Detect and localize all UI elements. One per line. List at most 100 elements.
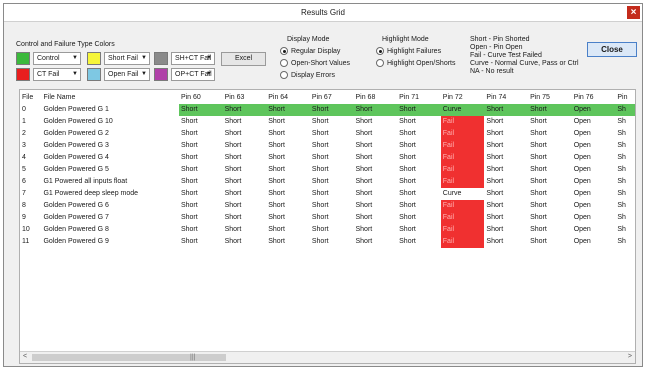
control-color-swatch[interactable] (16, 52, 30, 65)
sh-ct-fail-color-swatch[interactable] (154, 52, 168, 65)
short-fail-color-swatch[interactable] (87, 52, 101, 65)
table-row[interactable]: 4 Golden Powered G 4 Short Short Short Short S… (20, 152, 635, 164)
pin-result-cell: Open (573, 214, 591, 221)
table-row[interactable]: 0 Golden Powered G 1 Short Short Short Short S… (20, 104, 635, 116)
table-row[interactable]: 6 G1 Powered all inputs float Short Short Sh… (20, 176, 635, 188)
ct-fail-color-combo[interactable]: CT Fail ▼ (33, 68, 81, 81)
pin-result-cell: Fail (440, 128, 485, 140)
pin-result-cell: Short (530, 214, 547, 221)
open-fail-color-combo[interactable]: Open Fail ▼ (104, 68, 150, 81)
pin-result-cell: Short (178, 104, 223, 116)
radio-regular-display[interactable]: Regular Display (280, 47, 340, 57)
pin-result-cell: Open (573, 130, 591, 137)
radio-highlight-failures[interactable]: Highlight Failures (376, 47, 441, 57)
table-row[interactable]: 5 Golden Powered G 5 Short Short Short Short S… (20, 164, 635, 176)
column-header[interactable]: Pin 63 (223, 92, 267, 104)
pin-result-cell: Short (530, 118, 547, 125)
pin-result-cell: Short (486, 178, 504, 185)
column-header[interactable]: Pin 67 (310, 92, 354, 104)
table-row[interactable]: 11 Golden Powered G 9 Short Short Short Short… (20, 236, 635, 248)
legend-line: Curve - Normal Curve, Pass or Ctrl (470, 60, 579, 67)
pin-result-cell: Curve (442, 190, 462, 197)
pin-result-cell: Open (573, 202, 591, 209)
table-row[interactable]: 7 G1 Powered deep sleep mode Short Short Sho… (20, 188, 635, 200)
file-name-cell: Golden Powered G 9 (43, 238, 109, 245)
pin-result-cell: Short (224, 166, 242, 173)
pin-result-cell: Short (224, 226, 242, 233)
short-fail-color-combo[interactable]: Short Fail ▼ (104, 52, 150, 65)
colors-group-label: Control and Failure Type Colors (16, 41, 115, 48)
column-header[interactable]: File Name (41, 92, 178, 104)
radio-display-errors[interactable]: Display Errors (280, 71, 335, 81)
pin-result-cell: Sh (617, 166, 626, 173)
pin-result-cell: Short (268, 130, 285, 137)
pin-result-cell: Short (399, 118, 416, 125)
table-row[interactable]: 2 Golden Powered G 2 Short Short Short Short S… (20, 128, 635, 140)
table-row[interactable]: 3 Golden Powered G 3 Short Short Short Short S… (20, 140, 635, 152)
header-row: File File Name Pin 60 Pin 63 Pin 64 Pin 67 Pin… (20, 92, 635, 104)
scroll-thumb[interactable]: ||| (32, 354, 226, 361)
pin-result-text: Fail (442, 118, 455, 125)
pin-result-cell: Short (180, 202, 198, 209)
pin-result-cell: Short (224, 190, 242, 197)
pin-result-cell: Short (355, 226, 373, 233)
pin-result-cell: Short (180, 226, 198, 233)
radio-selected-icon (376, 47, 384, 55)
pin-result-cell: Short (530, 178, 547, 185)
column-header[interactable]: Pin 60 (179, 92, 223, 104)
pin-result-cell: Sh (617, 238, 626, 245)
column-header[interactable]: Pin (615, 92, 635, 104)
legend-line: Open - Pin Open (470, 44, 523, 51)
pin-result-cell: Sh (617, 142, 626, 149)
ct-fail-color-swatch[interactable] (16, 68, 30, 81)
pin-result-cell: Fail (440, 152, 485, 164)
table-row[interactable]: 1 Golden Powered G 10 Short Short Short Short… (20, 116, 635, 128)
file-name-cell: Golden Powered G 2 (43, 130, 109, 137)
pin-result-cell: Short (224, 130, 242, 137)
pin-result-cell: Short (530, 130, 547, 137)
legend-line: Short - Pin Shorted (470, 36, 530, 43)
column-header[interactable]: Pin 74 (484, 92, 528, 104)
column-header[interactable]: Pin 75 (528, 92, 572, 104)
pin-result-cell: Short (266, 104, 310, 116)
pin-result-cell: Short (311, 154, 329, 161)
pin-result-cell: Short (486, 166, 504, 173)
pin-result-cell: Short (224, 118, 242, 125)
pin-result-cell: Short (486, 190, 504, 197)
table-row[interactable]: 10 Golden Powered G 8 Short Short Short Short… (20, 224, 635, 236)
pin-result-text: Fail (442, 202, 455, 209)
open-fail-color-swatch[interactable] (87, 68, 101, 81)
radio-open-short-values[interactable]: Open-Short Values (280, 59, 350, 69)
op-ct-fail-color-combo[interactable]: OP+CT Fail ▼ (171, 68, 215, 81)
column-header[interactable]: Pin 64 (266, 92, 310, 104)
excel-button[interactable]: Excel (221, 52, 266, 66)
pin-result-cell: Short (486, 202, 504, 209)
file-index-cell: 1 (22, 118, 26, 125)
pin-result-cell: Short (311, 118, 329, 125)
column-header[interactable]: Pin 68 (354, 92, 398, 104)
radio-highlight-open-shorts[interactable]: Highlight Open/Shorts (376, 59, 455, 69)
column-header[interactable]: Pin 76 (572, 92, 616, 104)
pin-result-cell: Short (397, 104, 441, 116)
pin-result-cell: Short (530, 154, 547, 161)
pin-result-cell: Short (399, 130, 416, 137)
sh-ct-fail-color-combo[interactable]: SH+CT Fail ▼ (171, 52, 215, 65)
close-button[interactable]: Close (587, 42, 637, 57)
control-color-combo[interactable]: Control ▼ (33, 52, 81, 65)
pin-result-cell: Short (180, 142, 198, 149)
window-close-icon[interactable]: × (627, 6, 640, 19)
column-header[interactable]: Pin 71 (397, 92, 441, 104)
op-ct-fail-color-swatch[interactable] (154, 68, 168, 81)
table-row[interactable]: 8 Golden Powered G 6 Short Short Short Short S… (20, 200, 635, 212)
column-header[interactable]: File (20, 92, 41, 104)
table-row[interactable]: 9 Golden Powered G 7 Short Short Short Short S… (20, 212, 635, 224)
pin-result-text: Fail (442, 142, 455, 149)
scroll-left-icon[interactable]: < (23, 353, 27, 360)
pin-result-cell: Short (355, 202, 373, 209)
horizontal-scrollbar[interactable]: < ||| > (20, 351, 635, 363)
scroll-right-icon[interactable]: > (628, 353, 632, 360)
pin-result-cell: Short (311, 130, 329, 137)
column-header[interactable]: Pin 72 (441, 92, 485, 104)
pin-result-cell: Short (224, 154, 242, 161)
pin-result-cell: Fail (440, 224, 485, 236)
